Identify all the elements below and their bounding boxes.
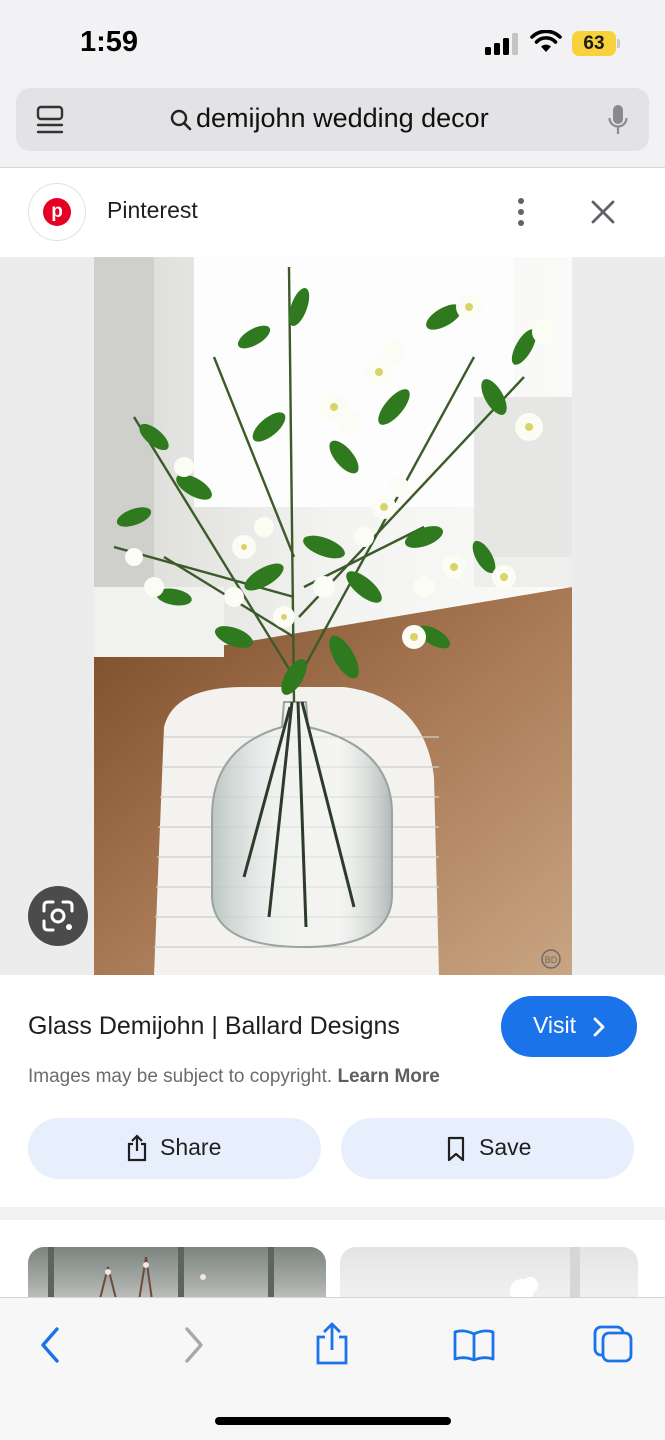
forward-icon[interactable] — [182, 1326, 206, 1364]
search-query[interactable]: demijohn wedding decor — [196, 103, 489, 134]
status-bar: 1:59 63 — [0, 0, 665, 86]
browser-toolbar — [0, 1297, 665, 1440]
watermark: BD — [545, 955, 558, 965]
image-viewer: BD — [0, 257, 665, 975]
search-bar[interactable]: demijohn wedding decor — [16, 88, 649, 151]
visit-label: Visit — [533, 1012, 577, 1038]
vase-with-flowers-photo: BD — [94, 257, 572, 975]
result-info-card: Glass Demijohn | Ballard Designs Visit I… — [0, 975, 665, 1207]
share-icon — [127, 1134, 147, 1162]
home-indicator[interactable] — [215, 1417, 451, 1425]
microphone-icon[interactable] — [608, 104, 628, 136]
lens-search-button[interactable] — [28, 886, 88, 946]
share-button[interactable]: Share — [28, 1118, 321, 1179]
tabs-icon[interactable] — [592, 1324, 634, 1364]
save-button[interactable]: Save — [341, 1118, 634, 1179]
more-options-icon[interactable] — [508, 196, 534, 228]
back-icon[interactable] — [38, 1326, 62, 1364]
copyright-text: Images may be subject to copyright. — [28, 1066, 333, 1087]
signal-icon — [485, 33, 518, 55]
bookmark-icon — [447, 1136, 465, 1162]
pinterest-logo-glyph: p — [43, 198, 71, 226]
visit-button[interactable]: Visit — [501, 996, 637, 1057]
lens-icon — [42, 900, 74, 932]
result-title[interactable]: Glass Demijohn | Ballard Designs — [28, 1012, 400, 1041]
chevron-right-icon — [593, 1017, 605, 1037]
related-results — [0, 1220, 665, 1307]
save-label: Save — [479, 1134, 532, 1160]
wifi-icon — [530, 30, 562, 52]
tabs-icon[interactable] — [36, 105, 64, 135]
battery-level: 63 — [583, 33, 605, 54]
status-time: 1:59 — [80, 26, 139, 58]
copyright-notice: Images may be subject to copyright. Lear… — [28, 1066, 440, 1088]
result-image[interactable]: BD — [94, 257, 572, 975]
search-icon — [170, 109, 192, 131]
bookmarks-icon[interactable] — [452, 1328, 496, 1362]
close-icon[interactable] — [590, 199, 616, 225]
learn-more-link[interactable]: Learn More — [337, 1066, 439, 1087]
battery-icon: 63 — [572, 31, 620, 56]
source-header: p Pinterest — [0, 168, 665, 257]
share-label: Share — [160, 1134, 222, 1160]
source-name[interactable]: Pinterest — [107, 197, 198, 224]
share-icon[interactable] — [314, 1322, 350, 1366]
pinterest-logo[interactable]: p — [28, 183, 86, 241]
